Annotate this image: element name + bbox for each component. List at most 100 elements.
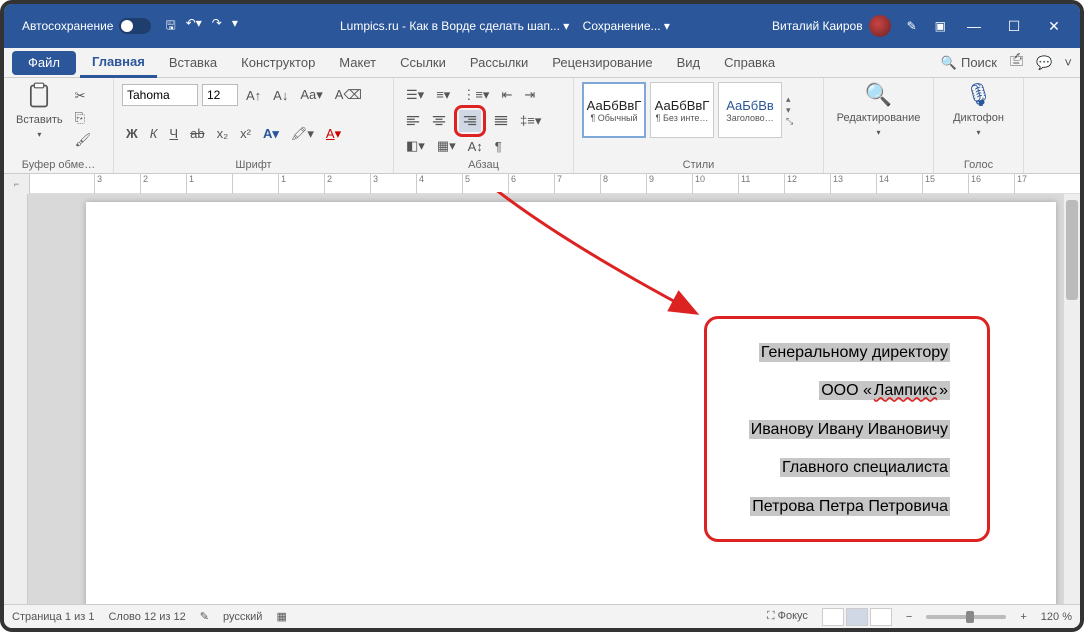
user-name: Виталий Каиров	[772, 19, 863, 33]
italic-button[interactable]: К	[146, 124, 162, 143]
increase-indent-button[interactable]: ⇥	[520, 85, 539, 105]
multilevel-list-button[interactable]: ⋮≡▾	[458, 85, 493, 105]
change-case-button[interactable]: Aa▾	[296, 85, 326, 105]
autosave-label: Автосохранение	[22, 19, 113, 33]
align-justify-button[interactable]	[490, 110, 512, 132]
search-placeholder: Поиск	[961, 55, 997, 70]
document-title: Lumpics.ru - Как в Ворде сделать шап... …	[340, 19, 569, 33]
line-spacing-button[interactable]: ‡≡▾	[516, 111, 545, 131]
font-size-combo[interactable]: 12	[202, 84, 238, 106]
search-box[interactable]: 🔍 Поиск	[941, 55, 997, 71]
paste-button[interactable]: Вставить ▾	[12, 82, 67, 139]
bullets-button[interactable]: ☰▾	[402, 85, 428, 105]
zoom-slider[interactable]	[926, 615, 1006, 619]
window-restore-icon[interactable]: ▣	[935, 19, 946, 33]
zoom-level[interactable]: 120 %	[1041, 611, 1072, 623]
borders-button[interactable]: ▦▾	[433, 136, 460, 156]
status-language[interactable]: русский	[223, 611, 262, 623]
strikethrough-button[interactable]: ab	[186, 124, 208, 143]
cut-icon[interactable]: ✂	[71, 86, 96, 106]
tab-layout[interactable]: Макет	[327, 48, 388, 78]
style-normal[interactable]: АаБбВвГ ¶ Обычный	[582, 82, 646, 138]
style-no-spacing-label: ¶ Без инте…	[656, 113, 709, 123]
font-group-label: Шрифт	[122, 159, 385, 173]
style-heading1-label: Заголово…	[726, 113, 773, 123]
align-right-button[interactable]	[459, 110, 481, 132]
editing-button[interactable]: 🔍 Редактирование ▾	[832, 82, 925, 137]
tools-icon[interactable]: ✎	[907, 19, 917, 33]
shading-button[interactable]: ◧▾	[402, 136, 429, 156]
share-button[interactable]: 🖆	[1009, 52, 1024, 74]
bold-button[interactable]: Ж	[122, 124, 142, 143]
autosave-toggle[interactable]	[119, 18, 151, 34]
tab-insert[interactable]: Вставка	[157, 48, 229, 78]
tab-references[interactable]: Ссылки	[388, 48, 458, 78]
numbering-button[interactable]: ≡▾	[432, 85, 454, 105]
style-no-spacing[interactable]: АаБбВвГ ¶ Без инте…	[650, 82, 714, 138]
status-macro-icon[interactable]: ▦	[276, 610, 286, 623]
sort-button[interactable]: A↕	[464, 137, 487, 156]
close-button[interactable]: ✕	[1034, 18, 1074, 35]
search-icon: 🔍	[941, 55, 957, 71]
vertical-scrollbar[interactable]	[1064, 194, 1080, 604]
undo-icon[interactable]: ↶▾	[186, 16, 202, 37]
tab-help[interactable]: Справка	[712, 48, 787, 78]
styles-group-label: Стили	[582, 159, 815, 173]
text-effects-button[interactable]: A▾	[259, 124, 283, 144]
copy-icon[interactable]: ⎘	[71, 108, 96, 128]
grow-font-button[interactable]: A↑	[242, 86, 265, 105]
tab-review[interactable]: Рецензирование	[540, 48, 664, 78]
tab-file[interactable]: Файл	[12, 51, 76, 75]
save-icon[interactable]: 🖫	[165, 16, 175, 37]
highlight-button[interactable]: 🖍▾	[287, 124, 318, 144]
ruler-corner: ⌐	[4, 174, 30, 194]
decrease-indent-button[interactable]: ⇤	[497, 85, 516, 105]
align-left-button[interactable]	[402, 110, 424, 132]
zoom-out-button[interactable]: −	[906, 611, 912, 623]
style-heading1[interactable]: АаБбВв Заголово…	[718, 82, 782, 138]
voice-group-label: Голос	[942, 159, 1015, 173]
horizontal-ruler[interactable]: ⌐ 3 2 1 1 2 3 4 5 6 7 8 9 10 11 12 13 14…	[4, 174, 1080, 194]
clipboard-group-label: Буфер обме…	[12, 159, 105, 173]
view-read-button[interactable]	[822, 608, 844, 626]
ribbon-tabs: Файл Главная Вставка Конструктор Макет С…	[4, 48, 1080, 78]
microphone-icon: 🎙	[965, 82, 993, 108]
comments-button[interactable]: 💬	[1036, 55, 1052, 71]
redo-icon[interactable]: ↷	[212, 16, 222, 37]
styles-expand[interactable]: ▴▾⤡	[786, 94, 793, 127]
zoom-in-button[interactable]: +	[1020, 611, 1026, 623]
dictate-button[interactable]: 🎙 Диктофон ▾	[942, 82, 1015, 137]
collapse-ribbon-icon[interactable]: ˅	[1064, 55, 1072, 70]
superscript-button[interactable]: x²	[236, 124, 255, 143]
status-bar: Страница 1 из 1 Слово 12 из 12 ✎ русский…	[4, 604, 1080, 628]
tab-view[interactable]: Вид	[665, 48, 713, 78]
font-name-combo[interactable]: Tahoma	[122, 84, 198, 106]
align-right-highlight	[454, 105, 486, 137]
avatar[interactable]	[869, 15, 891, 37]
format-painter-icon[interactable]: 🖌	[71, 130, 96, 150]
status-words[interactable]: Слово 12 из 12	[108, 611, 185, 623]
clear-formatting-button[interactable]: A⌫	[331, 85, 366, 105]
dictate-label: Диктофон	[953, 112, 1004, 124]
vertical-ruler[interactable]	[4, 194, 28, 604]
underline-button[interactable]: Ч	[165, 124, 182, 143]
tab-design[interactable]: Конструктор	[229, 48, 327, 78]
status-spellcheck-icon[interactable]: ✎	[200, 610, 209, 623]
status-page[interactable]: Страница 1 из 1	[12, 611, 94, 623]
title-bar: Автосохранение 🖫 ↶▾ ↷ ▾ Lumpics.ru - Как…	[4, 4, 1080, 48]
view-print-button[interactable]	[846, 608, 868, 626]
show-marks-button[interactable]: ¶	[491, 137, 506, 156]
ribbon: Вставить ▾ ✂ ⎘ 🖌 Буфер обме… Tahoma 12 A…	[4, 78, 1080, 174]
align-center-button[interactable]	[428, 110, 450, 132]
font-color-button[interactable]: A▾	[322, 124, 345, 144]
tab-home[interactable]: Главная	[80, 48, 157, 78]
shrink-font-button[interactable]: A↓	[269, 86, 292, 105]
callout-result-box	[704, 316, 990, 542]
tab-mailings[interactable]: Рассылки	[458, 48, 540, 78]
status-focus[interactable]: ⛶ Фокус	[767, 610, 808, 623]
view-web-button[interactable]	[870, 608, 892, 626]
subscript-button[interactable]: x₂	[213, 124, 233, 143]
maximize-button[interactable]: ☐	[994, 18, 1034, 35]
minimize-button[interactable]: —	[954, 18, 994, 34]
scroll-thumb[interactable]	[1066, 200, 1078, 300]
